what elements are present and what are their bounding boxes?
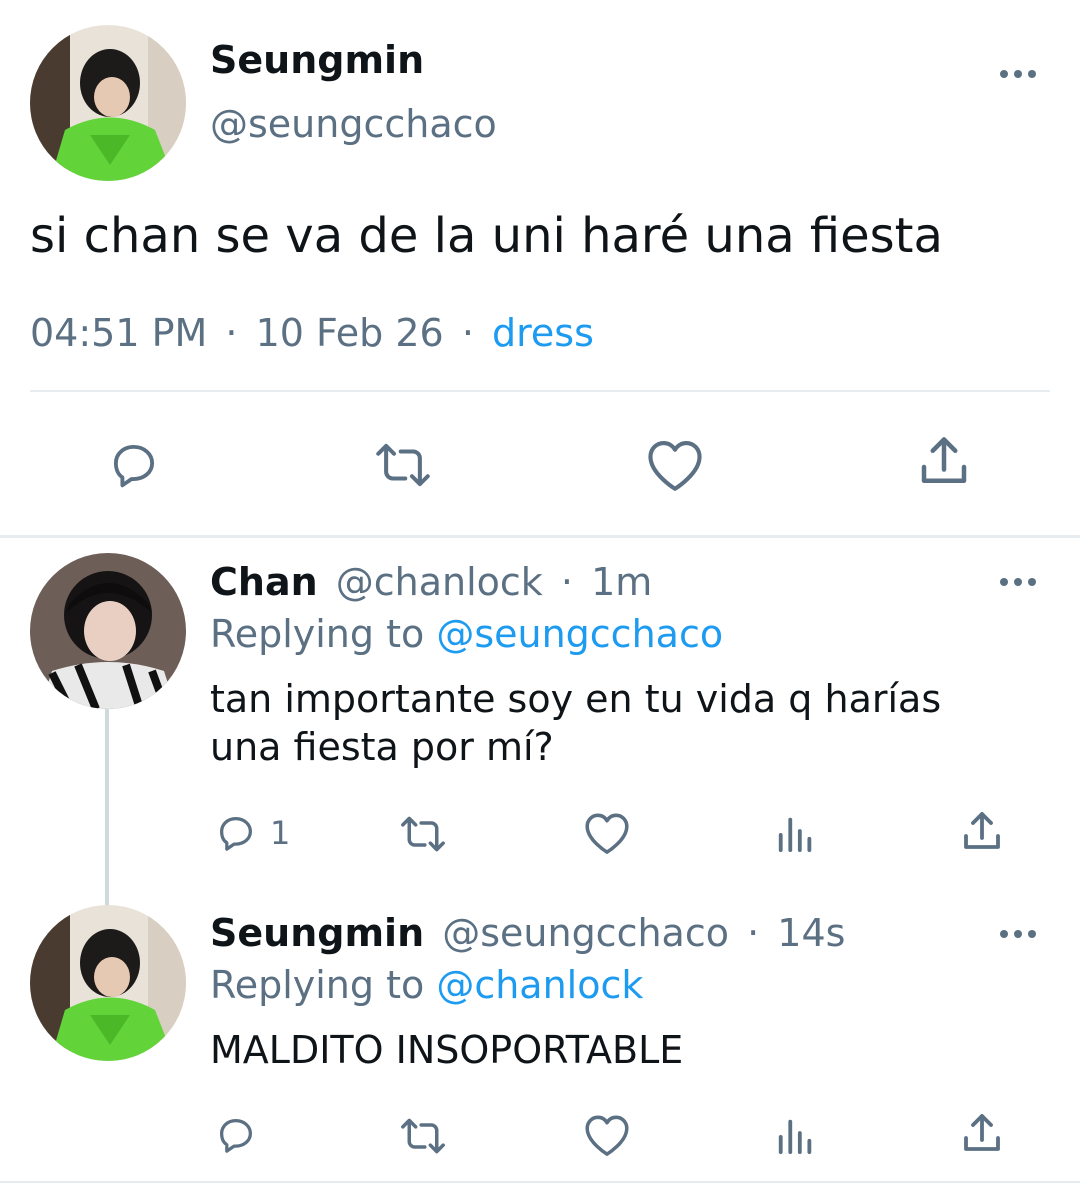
replying-to-link[interactable]: @seungcchaco bbox=[436, 612, 723, 656]
reply-icon[interactable] bbox=[212, 1112, 260, 1158]
reply-header: Chan @chanlock · 1m bbox=[210, 560, 652, 604]
reply-text: MALDITO INSOPORTABLE bbox=[210, 1028, 684, 1072]
reply-age[interactable]: 1m bbox=[591, 560, 652, 604]
analytics-icon[interactable] bbox=[774, 1114, 818, 1156]
share-icon[interactable] bbox=[958, 1110, 1006, 1158]
separator: · bbox=[747, 911, 760, 955]
reply-age[interactable]: 14s bbox=[777, 911, 845, 955]
analytics-icon[interactable] bbox=[774, 812, 818, 854]
author-handle[interactable]: @seungcchaco bbox=[436, 911, 729, 955]
more-icon[interactable] bbox=[998, 572, 1038, 592]
reply-icon[interactable] bbox=[104, 436, 164, 494]
author-handle[interactable]: @chanlock bbox=[330, 560, 543, 604]
replying-prefix: Replying to bbox=[210, 963, 425, 1007]
replying-prefix: Replying to bbox=[210, 612, 425, 656]
replying-to-link[interactable]: @chanlock bbox=[436, 963, 643, 1007]
section-divider bbox=[0, 535, 1080, 538]
like-icon[interactable] bbox=[582, 1112, 632, 1158]
retweet-icon[interactable] bbox=[396, 812, 450, 856]
tweet-text: si chan se va de la uni haré una fiesta bbox=[30, 208, 943, 264]
like-icon[interactable] bbox=[644, 436, 706, 494]
author-name[interactable]: Chan bbox=[210, 560, 318, 604]
tweet-meta: 04:51 PM · 10 Feb 26 · dress bbox=[30, 310, 594, 356]
avatar[interactable] bbox=[30, 553, 186, 709]
more-icon[interactable] bbox=[998, 924, 1038, 944]
share-icon[interactable] bbox=[958, 808, 1006, 856]
divider bbox=[30, 390, 1050, 392]
bottom-divider bbox=[0, 1181, 1080, 1183]
avatar[interactable] bbox=[30, 25, 186, 181]
tweet-date[interactable]: 10 Feb 26 bbox=[256, 311, 444, 355]
separator: · bbox=[560, 560, 573, 604]
author-handle[interactable]: @seungcchaco bbox=[210, 102, 497, 146]
tweet-time[interactable]: 04:51 PM bbox=[30, 311, 207, 355]
reply-count: 1 bbox=[270, 814, 291, 852]
reply-text-line: tan importante soy en tu vida q harías bbox=[210, 677, 942, 721]
thread-line bbox=[105, 708, 109, 908]
retweet-icon[interactable] bbox=[396, 1114, 450, 1158]
separator: · bbox=[225, 311, 238, 355]
reply-text-line: una fiesta por mí? bbox=[210, 725, 554, 769]
reply-icon[interactable] bbox=[212, 810, 260, 856]
more-icon[interactable] bbox=[998, 64, 1038, 84]
avatar[interactable] bbox=[30, 905, 186, 1061]
replying-to: Replying to @chanlock bbox=[210, 963, 643, 1007]
retweet-icon[interactable] bbox=[370, 438, 436, 492]
separator: · bbox=[461, 311, 474, 355]
reply-header: Seungmin @seungcchaco · 14s bbox=[210, 911, 845, 955]
author-name[interactable]: Seungmin bbox=[210, 911, 424, 955]
share-icon[interactable] bbox=[914, 432, 974, 492]
replying-to: Replying to @seungcchaco bbox=[210, 612, 723, 656]
tweet-source-link[interactable]: dress bbox=[492, 311, 594, 355]
author-name[interactable]: Seungmin bbox=[210, 38, 424, 82]
like-icon[interactable] bbox=[582, 810, 632, 856]
